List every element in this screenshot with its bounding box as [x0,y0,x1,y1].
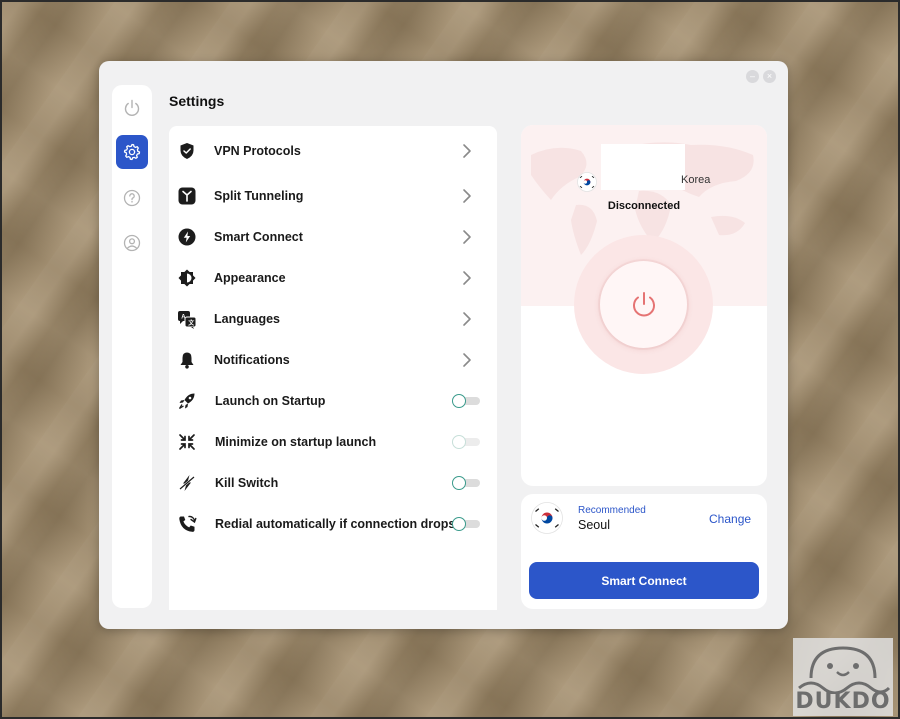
settings-item-launch-on-startup: Launch on Startup [169,381,497,421]
watermark-text: DUKDO [795,689,891,714]
sidebar [112,85,152,608]
chevron-right-icon [463,189,471,203]
close-button[interactable]: × [763,70,776,83]
svg-text:A: A [181,315,186,321]
settings-item-minimize-on-startup: Minimize on startup launch [169,422,497,462]
chevron-right-icon [463,271,471,285]
close-icon: × [766,71,773,81]
settings-list: VPN Protocols Split Tunneling Smart Conn… [169,126,497,610]
settings-item-notifications[interactable]: Notifications [169,340,497,380]
redial-toggle[interactable] [452,517,480,531]
redacted-area [601,144,685,190]
settings-item-redial: Redial automatically if connection drops [169,504,497,544]
help-icon [123,189,141,207]
rocket-icon [178,393,195,410]
user-icon [123,234,141,252]
settings-item-vpn-protocols[interactable]: VPN Protocols [169,131,497,171]
toggle-knob [452,394,466,408]
split-icon [178,187,196,205]
settings-item-split-tunneling[interactable]: Split Tunneling [169,176,497,216]
minimize-icon [179,434,195,450]
kill-switch-icon [179,475,195,491]
toggle-knob [452,435,466,449]
current-location: Korea [577,144,727,192]
settings-item-label: Minimize on startup launch [215,435,377,449]
app-window: – × Settings VPN Protocols Split Tunneli… [99,61,788,629]
location-name: Korea [681,174,711,186]
gear-icon [123,143,141,161]
page-title: Settings [169,93,225,109]
minimize-icon: – [749,71,755,81]
settings-item-appearance[interactable]: Appearance [169,258,497,298]
connection-status: Disconnected [607,200,681,212]
phone-icon [179,515,197,532]
sidebar-item-help[interactable] [116,181,148,215]
chevron-right-icon [463,353,471,367]
appearance-icon [178,269,196,287]
sidebar-item-account[interactable] [116,226,148,260]
connect-power-button[interactable] [600,261,687,348]
settings-item-label: Languages [214,312,280,326]
power-icon [632,291,655,316]
recommended-card: Recommended Seoul Change Smart Connect [521,494,767,609]
window-controls: – × [746,70,776,83]
watermark-face-icon [798,646,891,694]
watermark-logo: DUKDO [793,638,893,716]
bolt-icon [178,228,196,246]
kill-switch-toggle[interactable] [452,476,480,490]
svg-text:文: 文 [187,319,195,327]
chevron-right-icon [463,312,471,326]
settings-item-smart-connect[interactable]: Smart Connect [169,217,497,257]
settings-item-label: Launch on Startup [215,394,326,408]
recommended-label: Recommended [578,505,646,516]
launch-on-startup-toggle[interactable] [452,394,480,408]
settings-item-label: Notifications [214,353,290,367]
chevron-right-icon [463,144,471,158]
languages-icon: A文 [178,311,197,329]
power-ring [574,235,713,374]
toggle-knob [452,517,466,531]
smart-connect-button[interactable]: Smart Connect [529,562,759,599]
power-icon [124,99,140,116]
settings-item-kill-switch: Kill Switch [169,463,497,503]
settings-item-languages[interactable]: A文 Languages [169,299,497,339]
shield-icon [180,143,194,159]
connection-card: Korea Disconnected [521,125,767,486]
settings-item-label: Appearance [214,271,286,285]
power-ring-inner [598,259,689,350]
minimize-on-startup-toggle[interactable] [452,435,480,449]
settings-item-label: VPN Protocols [214,144,301,158]
chevron-right-icon [463,230,471,244]
minimize-button[interactable]: – [746,70,759,83]
change-location-link[interactable]: Change [709,512,751,526]
settings-item-label: Kill Switch [215,476,279,490]
settings-item-label: Split Tunneling [214,189,304,203]
sidebar-item-power[interactable] [116,91,148,125]
settings-item-label: Smart Connect [214,230,303,244]
settings-item-label: Redial automatically if connection drops [215,517,456,531]
bell-icon [180,352,194,369]
recommended-city: Seoul [578,518,610,532]
south-korea-flag [531,502,563,534]
sidebar-item-settings[interactable] [116,135,148,169]
south-korea-flag [577,172,597,192]
toggle-knob [452,476,466,490]
